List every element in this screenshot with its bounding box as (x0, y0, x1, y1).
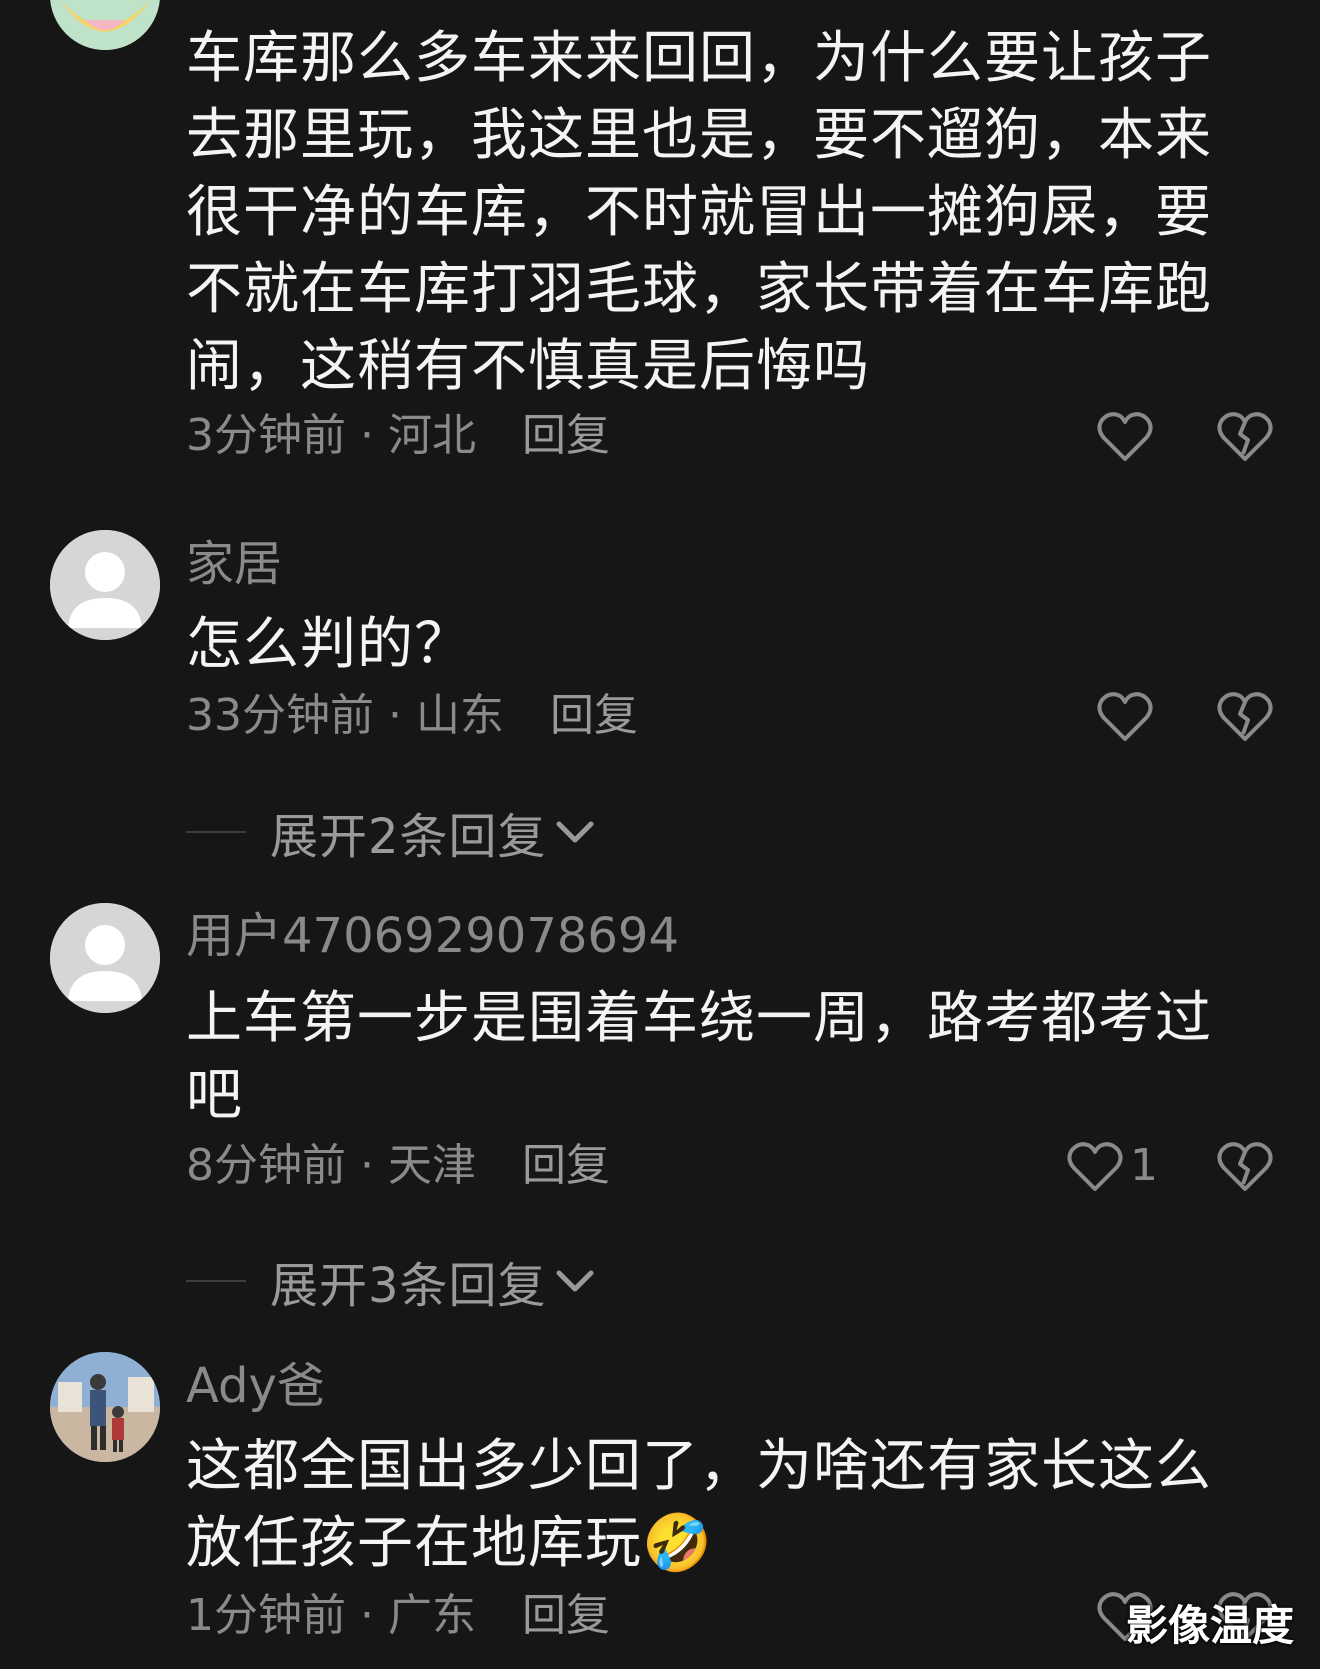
comment-text: 上车第一步是围着车绕一周，路考都考过吧 (186, 986, 1212, 1128)
reply-button[interactable]: 回复 (522, 410, 610, 461)
heart-outline-icon[interactable] (1096, 690, 1154, 744)
reply-button[interactable]: 回复 (522, 1590, 610, 1641)
username[interactable]: 用户4706929078694 (186, 908, 679, 964)
avatar[interactable] (50, 0, 160, 50)
avatar[interactable] (50, 1352, 160, 1462)
expand-label[interactable]: 展开2条回复 (270, 797, 547, 867)
comment-meta: 33分钟前 · 山东 回复 (186, 690, 638, 742)
avatar[interactable] (50, 903, 160, 1013)
time-location: 8分钟前 · 天津 (186, 1140, 476, 1191)
time-location: 33分钟前 · 山东 (186, 690, 504, 741)
chevron-down-icon (556, 821, 594, 843)
broken-heart-icon[interactable] (1216, 1140, 1274, 1194)
reply-button[interactable]: 回复 (522, 1140, 610, 1191)
comment-meta: 1分钟前 · 广东 回复 (186, 1590, 610, 1642)
avatar[interactable] (50, 530, 160, 640)
username[interactable]: 家居 (186, 536, 282, 592)
comment-text: 这都全国出多少回了，为啥还有家长这么放任孩子在地库玩🤣 (186, 1434, 1212, 1576)
divider (186, 831, 246, 833)
time-location: 1分钟前 · 广东 (186, 1590, 476, 1641)
broken-heart-icon[interactable] (1216, 410, 1274, 464)
like-count: 1 (1130, 1140, 1158, 1191)
heart-outline-icon[interactable] (1096, 410, 1154, 464)
comment-text: 车库那么多车来来回回，为什么要让孩子去那里玩，我这里也是，要不遛狗，本来很干净的… (186, 26, 1212, 399)
time-location: 3分钟前 · 河北 (186, 410, 476, 461)
comment-meta: 8分钟前 · 天津 回复 (186, 1140, 610, 1192)
comment-text: 怎么判的？ (186, 612, 471, 677)
watermark: 影像温度 (1126, 1601, 1295, 1650)
username[interactable]: Ady爸 (186, 1358, 325, 1414)
heart-outline-icon[interactable] (1066, 1140, 1124, 1194)
chevron-down-icon (556, 1270, 594, 1292)
expand-replies[interactable]: 展开3条回复 (186, 1251, 597, 1314)
comment-meta: 3分钟前 · 河北 回复 (186, 410, 610, 462)
broken-heart-icon[interactable] (1216, 690, 1274, 744)
reply-button[interactable]: 回复 (550, 690, 638, 741)
divider (186, 1280, 246, 1282)
expand-replies[interactable]: 展开2条回复 (186, 802, 597, 865)
expand-label[interactable]: 展开3条回复 (270, 1246, 547, 1316)
